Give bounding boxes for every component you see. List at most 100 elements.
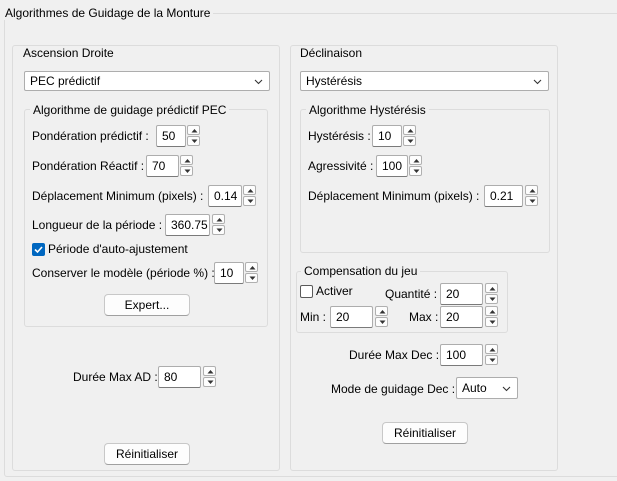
ra-min-move-input[interactable]: 0.14	[208, 185, 242, 207]
chevron-down-icon	[533, 79, 542, 85]
spin-up-button[interactable]	[212, 214, 225, 224]
spin-down-button[interactable]	[245, 273, 258, 283]
spin-up-button[interactable]	[409, 155, 422, 165]
arrow-down-icon	[407, 139, 414, 143]
auto-adjust-checkbox[interactable]	[32, 243, 45, 256]
spin-down-button[interactable]	[525, 196, 538, 206]
hysteresis-label: Hystérésis :	[308, 129, 371, 143]
hysteresis-group-legend: Algorithme Hystérésis	[306, 103, 429, 117]
backlash-min-input[interactable]: 20	[330, 306, 373, 328]
backlash-group-legend: Compensation du jeu	[301, 264, 421, 278]
arrow-up-icon	[216, 218, 223, 222]
arrow-up-icon	[379, 310, 386, 314]
chevron-down-icon	[254, 79, 263, 85]
arrow-up-icon	[191, 129, 198, 133]
spin-up-button[interactable]	[203, 366, 216, 376]
spin-up-button[interactable]	[525, 185, 538, 195]
arrow-down-icon	[207, 380, 214, 384]
spin-down-button[interactable]	[485, 317, 498, 327]
dec-algorithm-select[interactable]: Hystérésis	[300, 71, 549, 91]
arrow-up-icon	[407, 129, 414, 133]
expert-button[interactable]: Expert...	[104, 294, 190, 316]
backlash-min-label: Min :	[300, 310, 327, 324]
arrow-down-icon	[529, 199, 536, 203]
spin-down-button[interactable]	[375, 317, 388, 327]
spin-up-button[interactable]	[485, 306, 498, 316]
ra-legend: Ascension Droite	[20, 46, 117, 60]
reactive-weight-input[interactable]: 70	[146, 155, 179, 177]
arrow-down-icon	[184, 169, 191, 173]
dec-guide-mode-label: Mode de guidage Dec :	[331, 382, 456, 396]
spin-down-button[interactable]	[187, 136, 200, 146]
keep-model-label: Conserver le modèle (période %) :	[32, 266, 215, 280]
checkmark-icon	[34, 246, 43, 254]
period-length-label: Longueur de la période :	[32, 218, 163, 232]
arrow-up-icon	[489, 310, 496, 314]
arrow-down-icon	[489, 297, 496, 301]
page-title: Algorithmes de Guidage de la Monture	[2, 6, 214, 20]
predictive-weight-input[interactable]: 50	[156, 125, 186, 147]
ra-max-duration-input[interactable]: 80	[158, 366, 201, 388]
arrow-up-icon	[529, 189, 536, 193]
arrow-up-icon	[413, 159, 420, 163]
arrow-down-icon	[489, 320, 496, 324]
backlash-enable-label[interactable]: Activer	[316, 283, 353, 299]
spin-down-button[interactable]	[485, 355, 498, 365]
dec-max-duration-label: Durée Max Dec :	[349, 348, 440, 362]
hysteresis-input[interactable]: 10	[372, 125, 402, 147]
spin-down-button[interactable]	[212, 225, 225, 235]
dec-guide-mode-value: Auto	[462, 381, 487, 395]
period-length-input[interactable]: 360.75	[165, 214, 210, 236]
spin-up-button[interactable]	[243, 185, 256, 195]
dec-guide-mode-select[interactable]: Auto	[456, 377, 518, 399]
reactive-weight-label: Pondération Réactif :	[32, 159, 145, 173]
spin-down-button[interactable]	[403, 136, 416, 146]
ra-reset-button[interactable]: Réinitialiser	[104, 443, 190, 465]
arrow-down-icon	[379, 320, 386, 324]
backlash-max-label: Max :	[409, 310, 439, 324]
arrow-down-icon	[489, 358, 496, 362]
arrow-down-icon	[249, 276, 256, 280]
ra-algorithm-value: PEC prédictif	[30, 74, 101, 88]
arrow-up-icon	[489, 287, 496, 291]
spin-down-button[interactable]	[243, 196, 256, 206]
ra-min-move-label: Déplacement Minimum (pixels) :	[32, 189, 204, 203]
spin-up-button[interactable]	[485, 344, 498, 354]
aggressiveness-label: Agressivité :	[308, 159, 374, 173]
arrow-up-icon	[207, 370, 214, 374]
dec-reset-button[interactable]: Réinitialiser	[382, 422, 468, 444]
spin-up-button[interactable]	[403, 125, 416, 135]
spin-down-button[interactable]	[203, 377, 216, 387]
spin-up-button[interactable]	[485, 283, 498, 293]
dec-min-move-input[interactable]: 0.21	[484, 185, 523, 207]
arrow-up-icon	[184, 159, 191, 163]
spin-up-button[interactable]	[187, 125, 200, 135]
spin-up-button[interactable]	[245, 262, 258, 272]
dec-min-move-label: Déplacement Minimum (pixels) :	[308, 189, 480, 203]
arrow-down-icon	[413, 169, 420, 173]
spin-down-button[interactable]	[180, 166, 193, 176]
backlash-amount-label: Quantité :	[385, 287, 438, 301]
auto-adjust-label[interactable]: Période d'auto-ajustement	[48, 241, 188, 257]
backlash-amount-input[interactable]: 20	[440, 283, 483, 305]
arrow-up-icon	[249, 266, 256, 270]
dec-legend: Déclinaison	[297, 46, 366, 60]
arrow-up-icon	[489, 348, 496, 352]
backlash-max-input[interactable]: 20	[440, 306, 483, 328]
spin-down-button[interactable]	[409, 166, 422, 176]
aggressiveness-input[interactable]: 100	[376, 155, 408, 177]
spin-up-button[interactable]	[375, 306, 388, 316]
dec-max-duration-input[interactable]: 100	[440, 344, 483, 366]
predictive-weight-label: Pondération prédictif :	[32, 129, 149, 143]
arrow-down-icon	[247, 199, 254, 203]
arrow-down-icon	[216, 228, 223, 232]
ra-algorithm-select[interactable]: PEC prédictif	[24, 71, 270, 91]
ra-max-duration-label: Durée Max AD :	[73, 370, 158, 384]
spin-up-button[interactable]	[180, 155, 193, 165]
keep-model-input[interactable]: 10	[214, 262, 244, 284]
backlash-enable-checkbox[interactable]	[300, 285, 313, 298]
dec-algorithm-value: Hystérésis	[306, 74, 363, 88]
pec-group-legend: Algorithme de guidage prédictif PEC	[30, 103, 230, 117]
chevron-down-icon	[502, 386, 511, 392]
spin-down-button[interactable]	[485, 294, 498, 304]
